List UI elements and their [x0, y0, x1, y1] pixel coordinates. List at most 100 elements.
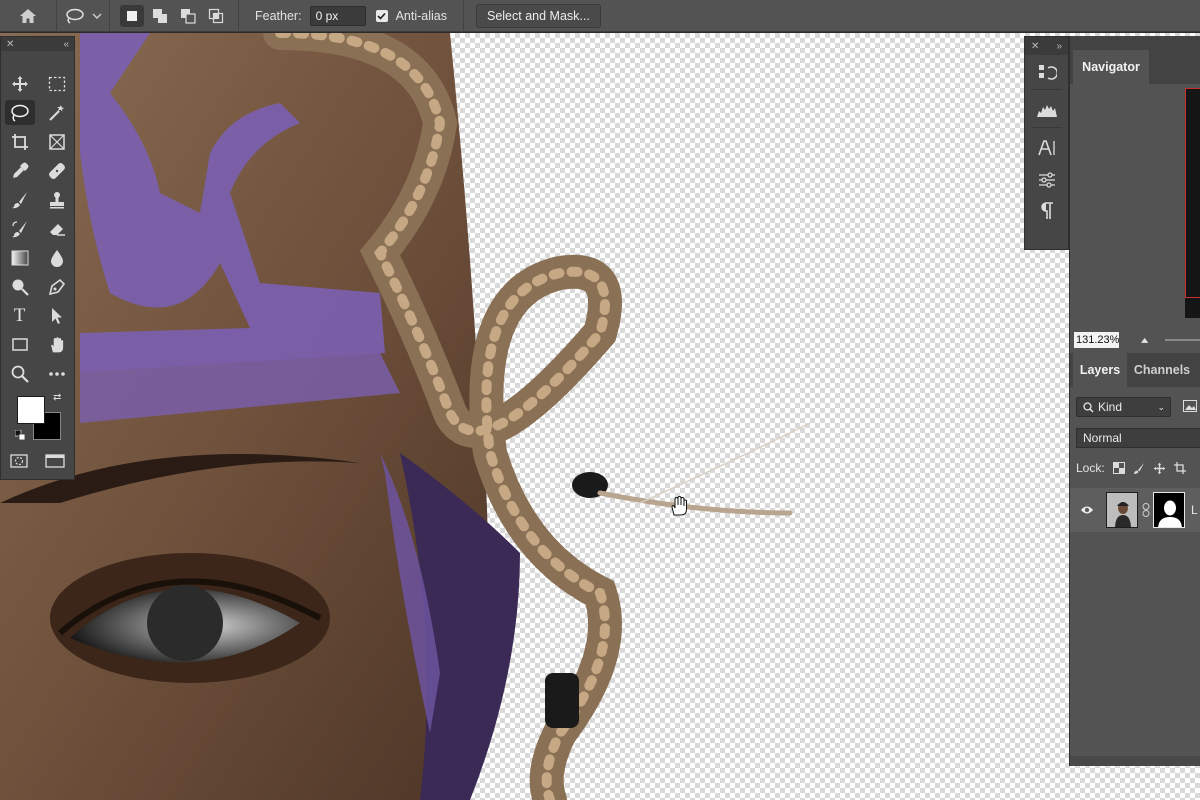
layer-name[interactable]: L	[1191, 503, 1198, 517]
swap-colors-icon[interactable]: ⇄	[53, 392, 61, 403]
hair-tie-bottom	[545, 673, 579, 728]
healing-brush-tool[interactable]	[38, 156, 75, 185]
subtract-from-selection-button[interactable]	[176, 5, 200, 27]
blend-mode-select[interactable]: Normal	[1076, 428, 1200, 448]
histogram-icon	[1036, 105, 1057, 117]
brush-icon	[11, 191, 27, 208]
adjustments-panel-button[interactable]	[1025, 165, 1068, 195]
expand-icon[interactable]: »	[1056, 41, 1062, 52]
zoom-out-icon[interactable]	[1141, 336, 1149, 344]
move-tool[interactable]	[1, 69, 38, 98]
histogram-panel-button[interactable]	[1025, 93, 1068, 127]
frame-tool[interactable]	[38, 127, 75, 156]
screen-mode-icon[interactable]	[45, 454, 65, 468]
tool-grid: T	[1, 51, 74, 388]
document-canvas[interactable]	[0, 33, 1200, 800]
tool-preset-picker[interactable]	[57, 0, 109, 32]
home-button[interactable]	[0, 0, 56, 32]
more-tools-button[interactable]	[38, 359, 75, 388]
rectangular-marquee-icon	[48, 76, 65, 91]
lock-artboard-icon[interactable]	[1173, 462, 1186, 474]
layer-filter-kind[interactable]: Kind ⌄	[1076, 397, 1171, 417]
lock-position-icon[interactable]	[1153, 462, 1166, 475]
home-icon	[20, 8, 36, 23]
path-selection-tool[interactable]	[38, 301, 75, 330]
navigator-zoom-row: 131.23%	[1070, 328, 1200, 352]
magic-wand-tool[interactable]	[38, 98, 75, 127]
character-icon	[1037, 140, 1055, 156]
clone-stamp-icon	[49, 191, 64, 208]
intersect-selection-icon	[208, 8, 224, 23]
select-and-mask-button[interactable]: Select and Mask...	[475, 3, 601, 28]
default-colors-icon[interactable]	[15, 430, 25, 440]
character-panel-button[interactable]	[1025, 131, 1068, 165]
antialias-checkbox[interactable]	[375, 9, 388, 22]
tab-navigator[interactable]: Navigator	[1073, 50, 1149, 84]
crop-tool[interactable]	[1, 127, 38, 156]
lock-row: Lock:	[1076, 460, 1186, 476]
healing-brush-icon	[48, 162, 65, 179]
new-selection-icon	[127, 10, 137, 21]
gradient-tool[interactable]	[1, 243, 38, 272]
new-selection-button[interactable]	[120, 4, 144, 27]
image-filter-icon[interactable]	[1183, 400, 1197, 412]
close-icon[interactable]: ✕	[1031, 41, 1039, 52]
rectangular-marquee-tool[interactable]	[38, 69, 75, 98]
quick-mask-icon[interactable]	[10, 454, 28, 468]
close-icon[interactable]: ✕	[6, 39, 14, 50]
history-brush-tool[interactable]	[1, 214, 38, 243]
navigator-preview[interactable]	[1185, 88, 1200, 318]
tools-panel-header: ✕ «	[1, 37, 74, 51]
navigator-tabbar: Navigator	[1070, 36, 1200, 84]
feather-input[interactable]	[309, 5, 366, 26]
paragraph-icon	[1040, 202, 1053, 219]
layers-tabbar: Layers Channels	[1070, 353, 1200, 387]
options-bar: Feather: Anti-alias Select and Mask...	[0, 0, 1200, 32]
loose-hair	[597, 490, 793, 516]
rectangle-tool[interactable]	[1, 330, 38, 359]
zoom-icon	[11, 365, 29, 383]
lasso-tool[interactable]	[1, 98, 38, 127]
type-icon: T	[13, 304, 26, 326]
add-to-selection-button[interactable]	[148, 5, 172, 27]
eyedropper-tool[interactable]	[1, 156, 38, 185]
lock-label: Lock:	[1076, 461, 1105, 475]
visibility-eye-icon[interactable]	[1080, 505, 1094, 515]
zoom-slider[interactable]	[1164, 339, 1200, 341]
lock-pixels-icon[interactable]	[1133, 462, 1145, 474]
eraser-tool[interactable]	[38, 214, 75, 243]
tab-layers[interactable]: Layers	[1073, 353, 1127, 387]
pen-tool[interactable]	[38, 272, 75, 301]
lock-transparency-icon[interactable]	[1112, 462, 1125, 474]
move-icon	[11, 75, 28, 92]
feather-label: Feather:	[255, 8, 302, 23]
hand-tool[interactable]	[38, 330, 75, 359]
dodge-tool[interactable]	[1, 272, 38, 301]
clone-stamp-tool[interactable]	[38, 185, 75, 214]
selection-mode-group	[110, 4, 238, 27]
collapse-icon[interactable]: «	[63, 39, 69, 50]
foreground-color-swatch[interactable]	[17, 396, 45, 424]
blur-tool[interactable]	[38, 243, 75, 272]
navigator-view-box[interactable]	[1185, 88, 1200, 298]
layer-mask-thumbnail[interactable]	[1153, 492, 1185, 528]
history-panel-button[interactable]	[1025, 55, 1068, 89]
more-tools-icon	[48, 371, 65, 376]
photo-layer	[0, 33, 811, 800]
adjustments-icon	[1038, 172, 1055, 188]
loose-hair-fine	[639, 422, 811, 504]
mode-row	[1, 448, 74, 474]
crop-icon	[11, 133, 28, 150]
intersect-selection-button[interactable]	[204, 5, 228, 27]
mask-link-icon[interactable]	[1142, 503, 1150, 517]
zoom-level-field[interactable]: 131.23%	[1074, 332, 1120, 348]
brush-tool[interactable]	[1, 185, 38, 214]
checkmark-icon	[377, 12, 386, 20]
zoom-tool[interactable]	[1, 359, 38, 388]
filter-kind-label: Kind	[1098, 400, 1123, 414]
type-tool[interactable]: T	[1, 301, 38, 330]
paragraph-panel-button[interactable]	[1025, 195, 1068, 227]
layer-row[interactable]: L	[1070, 488, 1200, 532]
tab-channels[interactable]: Channels	[1127, 353, 1197, 387]
layer-thumbnail[interactable]	[1106, 492, 1138, 528]
